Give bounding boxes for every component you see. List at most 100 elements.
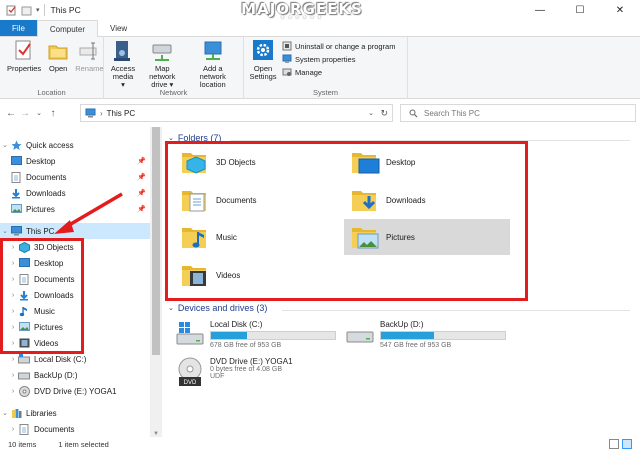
search-icon [409, 109, 418, 117]
drive-icon [18, 369, 30, 381]
back-arrow-icon[interactable]: ← [4, 108, 18, 119]
this-pc-icon [85, 108, 96, 118]
forward-arrow-icon[interactable]: → [18, 108, 32, 119]
access-media-icon [114, 41, 130, 61]
window-title: This PC [50, 5, 81, 15]
scrollbar-thumb[interactable] [152, 127, 160, 355]
tiles-view-icon[interactable] [622, 439, 632, 449]
nav-scrollbar[interactable]: ▼ [150, 127, 162, 437]
libraries-icon [10, 407, 22, 419]
tab-view[interactable]: View [98, 20, 139, 36]
nav-quick-desktop[interactable]: Desktop 📌 [0, 153, 150, 169]
uninstall-label: Uninstall or change a program [295, 41, 396, 51]
tab-file[interactable]: File [0, 20, 37, 36]
documents-icon [10, 171, 22, 183]
uninstall-program-button[interactable]: Uninstall or change a program [282, 41, 395, 51]
expand-chevron-icon[interactable]: ⌄ [0, 141, 10, 149]
refresh-icon[interactable]: ↻ [380, 108, 388, 119]
nav-label: Quick access [26, 140, 74, 150]
drive-name: Local Disk (C:) [210, 320, 263, 329]
address-dropdown-icon[interactable]: ⌄ [368, 109, 374, 117]
windows-drive-icon [176, 320, 204, 348]
title-bar: ▾ This PC MAJORGEEKS ★★★★★★ — ☐ ✕ [0, 0, 640, 21]
drive-name: DVD Drive (E:) YOGA1 [210, 357, 293, 366]
drive-backup-d[interactable]: BackUp (D:) 547 GB free of 953 GB [346, 320, 526, 354]
pictures-icon [10, 203, 22, 215]
ribbon-group-location: Properties Open Rename Location [0, 37, 104, 99]
nav-label: BackUp (D:) [34, 370, 78, 380]
pin-icon: 📌 [137, 158, 146, 165]
system-properties-label: System properties [295, 54, 356, 64]
close-button[interactable]: ✕ [600, 0, 640, 20]
nav-drive-d[interactable]: › BackUp (D:) [0, 367, 150, 383]
expand-chevron-icon[interactable]: ⌄ [0, 227, 10, 235]
expand-chevron-icon[interactable]: › [8, 356, 18, 363]
nav-library-documents[interactable]: › Documents [0, 421, 150, 437]
manage-label: Manage [295, 67, 323, 77]
search-input[interactable]: Search This PC [400, 104, 636, 122]
rename-label: Rename [75, 64, 104, 73]
drive-free-space: 547 GB free of 953 GB [380, 342, 452, 349]
red-arrow-icon [54, 192, 123, 234]
devices-section-header[interactable]: ⌄ Devices and drives (3) [168, 303, 267, 313]
drive-usage-fill [211, 332, 247, 339]
system-properties-button[interactable]: System properties [282, 54, 395, 64]
details-view-icon[interactable] [609, 439, 619, 449]
manage-button[interactable]: Manage [282, 67, 395, 77]
group-label-network: Network [159, 88, 188, 97]
nav-label: Libraries [26, 408, 57, 418]
expand-chevron-icon[interactable]: › [8, 388, 18, 395]
nav-drive-e[interactable]: › DVD Drive (E:) YOGA1 [0, 383, 150, 399]
nav-libraries[interactable]: ⌄ Libraries [0, 405, 150, 421]
section-title: Devices and drives (3) [177, 303, 268, 313]
pin-icon: 📌 [137, 206, 146, 213]
drive-free-space: 678 GB free of 953 GB [210, 342, 282, 349]
drive-free-space: 0 bytes free of 4.08 GB [210, 366, 282, 373]
drive-icon [346, 320, 374, 348]
expand-chevron-icon[interactable]: › [8, 426, 18, 433]
nav-quick-documents[interactable]: Documents 📌 [0, 169, 150, 185]
collapse-chevron-icon[interactable]: ⌄ [168, 304, 174, 312]
address-bar-row: ← → ⌄ ↑ › This PC ⌄ ↻ Search This PC [0, 100, 640, 126]
drive-usage-bar [210, 331, 336, 340]
status-selected-count: 1 item selected [58, 440, 109, 449]
nav-items-highlight-box [0, 238, 84, 354]
nav-label: Documents [26, 172, 67, 182]
manage-icon [282, 68, 292, 76]
breadcrumb-this-pc[interactable]: This PC [107, 109, 135, 118]
add-network-location-label: Add a network location [199, 64, 226, 89]
map-network-drive-icon [152, 44, 172, 61]
downloads-icon [10, 187, 22, 199]
desktop-icon [10, 155, 22, 167]
access-media-label: Access media ▾ [110, 64, 136, 89]
properties-label: Properties [7, 64, 42, 73]
rename-icon [79, 42, 97, 60]
search-placeholder: Search This PC [424, 108, 480, 118]
folders-highlight-box [165, 141, 528, 301]
expand-chevron-icon[interactable]: ⌄ [0, 409, 10, 417]
status-bar: 10 items 1 item selected [0, 437, 640, 452]
nav-label: Desktop [26, 156, 56, 166]
documents-icon [18, 423, 30, 435]
gear-icon [253, 40, 273, 60]
tab-computer[interactable]: Computer [36, 20, 99, 37]
minimize-button[interactable]: — [520, 0, 560, 20]
group-label-location: Location [37, 88, 66, 97]
drive-local-disk-c[interactable]: Local Disk (C:) 678 GB free of 953 GB [176, 320, 356, 354]
ribbon-group-system: Open Settings Uninstall or change a prog… [244, 37, 408, 99]
expand-chevron-icon[interactable]: › [8, 372, 18, 379]
recent-locations-icon[interactable]: ⌄ [32, 109, 46, 117]
status-item-count: 10 items [8, 440, 37, 449]
drive-usage-fill [381, 332, 435, 339]
up-arrow-icon[interactable]: ↑ [46, 108, 60, 119]
maximize-button[interactable]: ☐ [560, 0, 600, 20]
customize-quick-access-icon[interactable]: ▾ [36, 6, 40, 14]
map-network-drive-label: Map network drive ▾ [149, 64, 176, 89]
properties-quick-icon[interactable] [6, 5, 17, 16]
breadcrumb-separator-icon: › [100, 108, 103, 118]
drive-dvd-e[interactable]: DVD DVD Drive (E:) YOGA1 0 bytes free of… [176, 357, 356, 401]
address-box[interactable]: › This PC ⌄ ↻ [80, 104, 393, 122]
new-folder-quick-icon[interactable] [21, 5, 32, 16]
nav-quick-access[interactable]: ⌄ Quick access [0, 137, 150, 153]
dvd-icon [18, 385, 30, 397]
